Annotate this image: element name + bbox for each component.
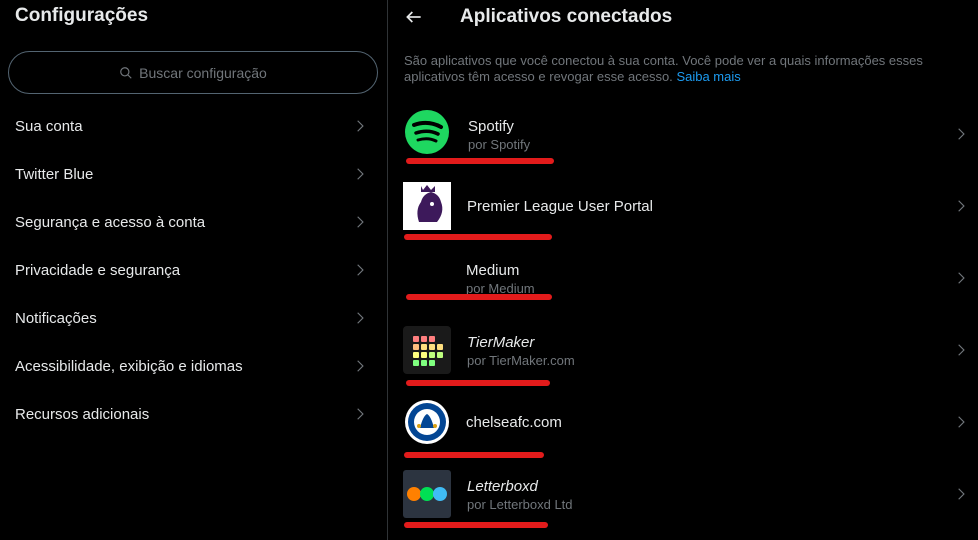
menu-item-label: Segurança e acesso à conta xyxy=(15,213,206,231)
app-row-spotify[interactable]: Spotify por Spotify xyxy=(388,104,978,168)
chevron-right-icon xyxy=(357,168,364,180)
search-icon xyxy=(120,66,132,79)
chevron-right-icon xyxy=(357,216,364,228)
menu-item-recursos[interactable]: Recursos adicionais xyxy=(0,390,387,438)
chevron-right-icon xyxy=(958,128,965,140)
app-row-letterboxd[interactable]: Letterboxd por Letterboxd Ltd xyxy=(388,466,978,534)
menu-item-label: Recursos adicionais xyxy=(15,405,150,423)
letterboxd-icon xyxy=(403,470,451,518)
panel-header: Aplicativos conectados xyxy=(388,0,978,34)
redaction-mark xyxy=(406,294,552,300)
spotify-icon xyxy=(405,110,449,154)
app-row-chelsea[interactable]: chelseafc.com xyxy=(388,396,978,462)
app-name: Medium xyxy=(466,262,520,279)
app-name: TierMaker xyxy=(467,334,535,351)
chevron-right-icon xyxy=(357,360,364,372)
chevron-right-icon xyxy=(958,200,965,212)
menu-item-label: Twitter Blue xyxy=(15,165,94,183)
premier-league-icon xyxy=(403,182,451,230)
chevron-right-icon xyxy=(958,488,965,500)
chevron-right-icon xyxy=(958,272,965,284)
redaction-mark xyxy=(404,452,544,458)
redaction-mark xyxy=(404,234,552,240)
menu-item-label: Acessibilidade, exibição e idiomas xyxy=(15,357,243,375)
menu-item-label: Sua conta xyxy=(15,117,83,135)
app-publisher: por Letterboxd Ltd xyxy=(467,497,573,512)
menu-item-acessibilidade[interactable]: Acessibilidade, exibição e idiomas xyxy=(0,342,387,390)
redaction-mark xyxy=(406,380,550,386)
settings-panel: Configurações Buscar configuração Sua co… xyxy=(0,0,387,540)
back-arrow-icon[interactable] xyxy=(404,7,424,27)
tiermaker-icon xyxy=(403,326,451,374)
app-row-tiermaker[interactable]: TierMaker por TierMaker.com xyxy=(388,322,978,392)
connected-apps-panel: Aplicativos conectados São aplicativos q… xyxy=(388,0,978,540)
menu-item-privacidade[interactable]: Privacidade e segurança xyxy=(0,246,387,294)
app-name: Spotify xyxy=(468,118,514,135)
app-row-medium[interactable]: Medium por Medium xyxy=(388,252,978,310)
app-name: Premier League User Portal xyxy=(467,198,653,215)
app-row-premier-league[interactable]: Premier League User Portal xyxy=(388,178,978,244)
chevron-right-icon xyxy=(357,120,364,132)
menu-item-seguranca[interactable]: Segurança e acesso à conta xyxy=(0,198,387,246)
description: São aplicativos que você conectou à sua … xyxy=(404,53,944,85)
settings-title: Configurações xyxy=(15,5,149,26)
menu-item-label: Privacidade e segurança xyxy=(15,261,181,279)
app-publisher: por Spotify xyxy=(468,137,531,152)
menu-item-twitter-blue[interactable]: Twitter Blue xyxy=(0,150,387,198)
chevron-right-icon xyxy=(958,344,965,356)
chelsea-icon xyxy=(403,398,451,446)
description-text: São aplicativos que você conectou à sua … xyxy=(404,53,923,84)
chevron-right-icon xyxy=(357,312,364,324)
chevron-right-icon xyxy=(958,416,965,428)
app-name: Letterboxd xyxy=(467,478,538,495)
settings-menu: Sua conta Twitter Blue Segurança e acess… xyxy=(0,102,387,438)
menu-item-notificacoes[interactable]: Notificações xyxy=(0,294,387,342)
redaction-mark xyxy=(406,158,554,164)
chevron-right-icon xyxy=(357,264,364,276)
app-name: chelseafc.com xyxy=(466,414,562,431)
app-publisher: por TierMaker.com xyxy=(467,353,575,368)
redaction-mark xyxy=(404,522,548,528)
chevron-right-icon xyxy=(357,408,364,420)
learn-more-link[interactable]: Saiba mais xyxy=(676,69,740,84)
search-placeholder: Buscar configuração xyxy=(139,64,267,81)
menu-item-label: Notificações xyxy=(15,309,97,327)
search-input[interactable]: Buscar configuração xyxy=(8,51,378,94)
menu-item-sua-conta[interactable]: Sua conta xyxy=(0,102,387,150)
page-title: Aplicativos conectados xyxy=(460,6,673,27)
